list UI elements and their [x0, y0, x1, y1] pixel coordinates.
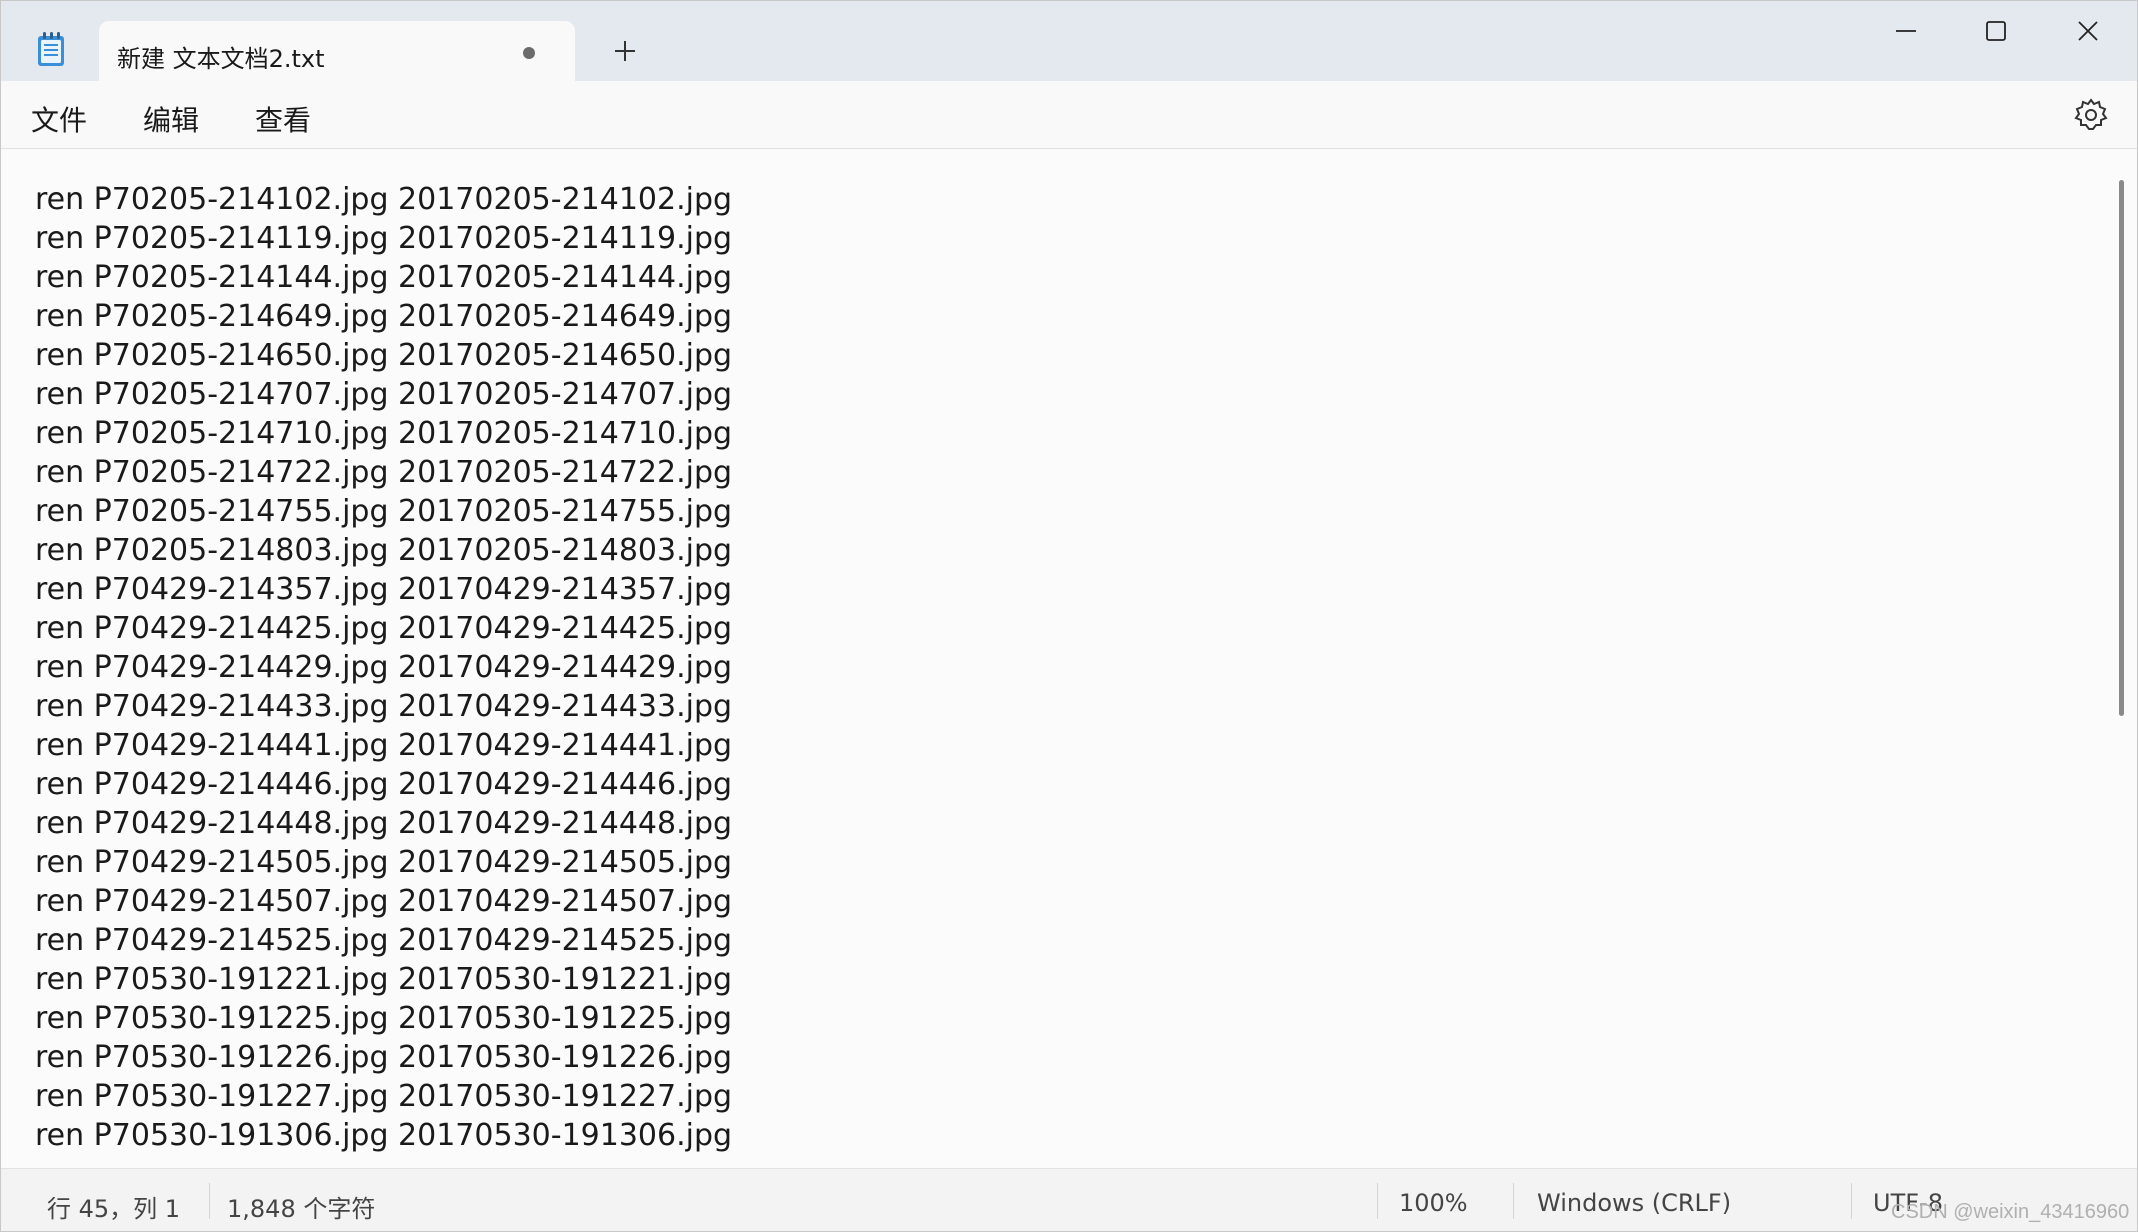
- gear-icon[interactable]: [2073, 97, 2109, 133]
- text-line[interactable]: ren P70205-214119.jpg 20170205-214119.jp…: [35, 219, 732, 258]
- minimize-icon: [1896, 30, 1916, 32]
- status-bar: 行 45，列 1 1,848 个字符 100% Windows (CRLF) U…: [1, 1168, 2137, 1231]
- plus-icon: [615, 41, 635, 61]
- status-separator: [209, 1183, 210, 1219]
- text-line[interactable]: ren P70205-214722.jpg 20170205-214722.jp…: [35, 453, 732, 492]
- text-line[interactable]: ren P70205-214803.jpg 20170205-214803.jp…: [35, 531, 732, 570]
- text-line[interactable]: ren P70429-214425.jpg 20170429-214425.jp…: [35, 609, 732, 648]
- menu-file[interactable]: 文件: [31, 99, 87, 139]
- text-line[interactable]: ren P70205-214710.jpg 20170205-214710.jp…: [35, 414, 732, 453]
- minimize-button[interactable]: [1871, 7, 1941, 55]
- text-line[interactable]: ren P70429-214441.jpg 20170429-214441.jp…: [35, 726, 732, 765]
- text-line[interactable]: ren P70530-191225.jpg 20170530-191225.jp…: [35, 999, 732, 1038]
- vertical-scrollbar[interactable]: [2119, 180, 2124, 716]
- cursor-position: 行 45，列 1: [47, 1195, 181, 1223]
- maximize-icon: [1986, 21, 2006, 41]
- editor-lines[interactable]: ren P70205-214102.jpg 20170205-214102.jp…: [35, 180, 732, 1155]
- notepad-window: 新建 文本文档2.txt 文件 编辑 查看 ren P70205-214102.…: [0, 0, 2138, 1232]
- new-tab-button[interactable]: [605, 31, 645, 71]
- text-line[interactable]: ren P70429-214446.jpg 20170429-214446.jp…: [35, 765, 732, 804]
- status-separator: [1851, 1183, 1852, 1219]
- text-line[interactable]: ren P70429-214448.jpg 20170429-214448.jp…: [35, 804, 732, 843]
- notepad-icon: [38, 32, 64, 66]
- text-line[interactable]: ren P70205-214649.jpg 20170205-214649.jp…: [35, 297, 732, 336]
- text-line[interactable]: ren P70205-214707.jpg 20170205-214707.jp…: [35, 375, 732, 414]
- char-count: 1,848 个字符: [227, 1195, 376, 1223]
- title-bar: 新建 文本文档2.txt: [1, 1, 2137, 83]
- status-separator: [1377, 1183, 1378, 1219]
- watermark: CSDN @weixin_43416960: [1891, 1201, 2130, 1223]
- text-line[interactable]: ren P70205-214144.jpg 20170205-214144.jp…: [35, 258, 732, 297]
- zoom-level[interactable]: 100%: [1399, 1189, 1468, 1217]
- text-line[interactable]: ren P70429-214525.jpg 20170429-214525.jp…: [35, 921, 732, 960]
- close-icon: [2078, 21, 2098, 41]
- text-line[interactable]: ren P70429-214507.jpg 20170429-214507.jp…: [35, 882, 732, 921]
- text-line[interactable]: ren P70205-214650.jpg 20170205-214650.jp…: [35, 336, 732, 375]
- text-line[interactable]: ren P70429-214433.jpg 20170429-214433.jp…: [35, 687, 732, 726]
- status-separator: [1513, 1183, 1514, 1219]
- text-line[interactable]: ren P70530-191227.jpg 20170530-191227.jp…: [35, 1077, 732, 1116]
- tab-title: 新建 文本文档2.txt: [117, 45, 325, 73]
- menu-bar: 文件 编辑 查看: [1, 83, 2137, 149]
- text-line[interactable]: ren P70530-191306.jpg 20170530-191306.jp…: [35, 1116, 732, 1155]
- menu-edit[interactable]: 编辑: [143, 99, 199, 139]
- maximize-button[interactable]: [1961, 7, 2031, 55]
- close-button[interactable]: [2053, 7, 2123, 55]
- text-line[interactable]: ren P70530-191221.jpg 20170530-191221.jp…: [35, 960, 732, 999]
- text-line[interactable]: ren P70205-214755.jpg 20170205-214755.jp…: [35, 492, 732, 531]
- text-line[interactable]: ren P70429-214505.jpg 20170429-214505.jp…: [35, 843, 732, 882]
- unsaved-dot-icon[interactable]: [523, 47, 535, 59]
- line-ending[interactable]: Windows (CRLF): [1537, 1189, 1731, 1217]
- menu-view[interactable]: 查看: [255, 99, 311, 139]
- text-line[interactable]: ren P70429-214429.jpg 20170429-214429.jp…: [35, 648, 732, 687]
- text-editor[interactable]: ren P70205-214102.jpg 20170205-214102.jp…: [1, 150, 2137, 1168]
- text-line[interactable]: ren P70530-191226.jpg 20170530-191226.jp…: [35, 1038, 732, 1077]
- text-line[interactable]: ren P70429-214357.jpg 20170429-214357.jp…: [35, 570, 732, 609]
- text-line[interactable]: ren P70205-214102.jpg 20170205-214102.jp…: [35, 180, 732, 219]
- tab-document[interactable]: 新建 文本文档2.txt: [99, 21, 575, 83]
